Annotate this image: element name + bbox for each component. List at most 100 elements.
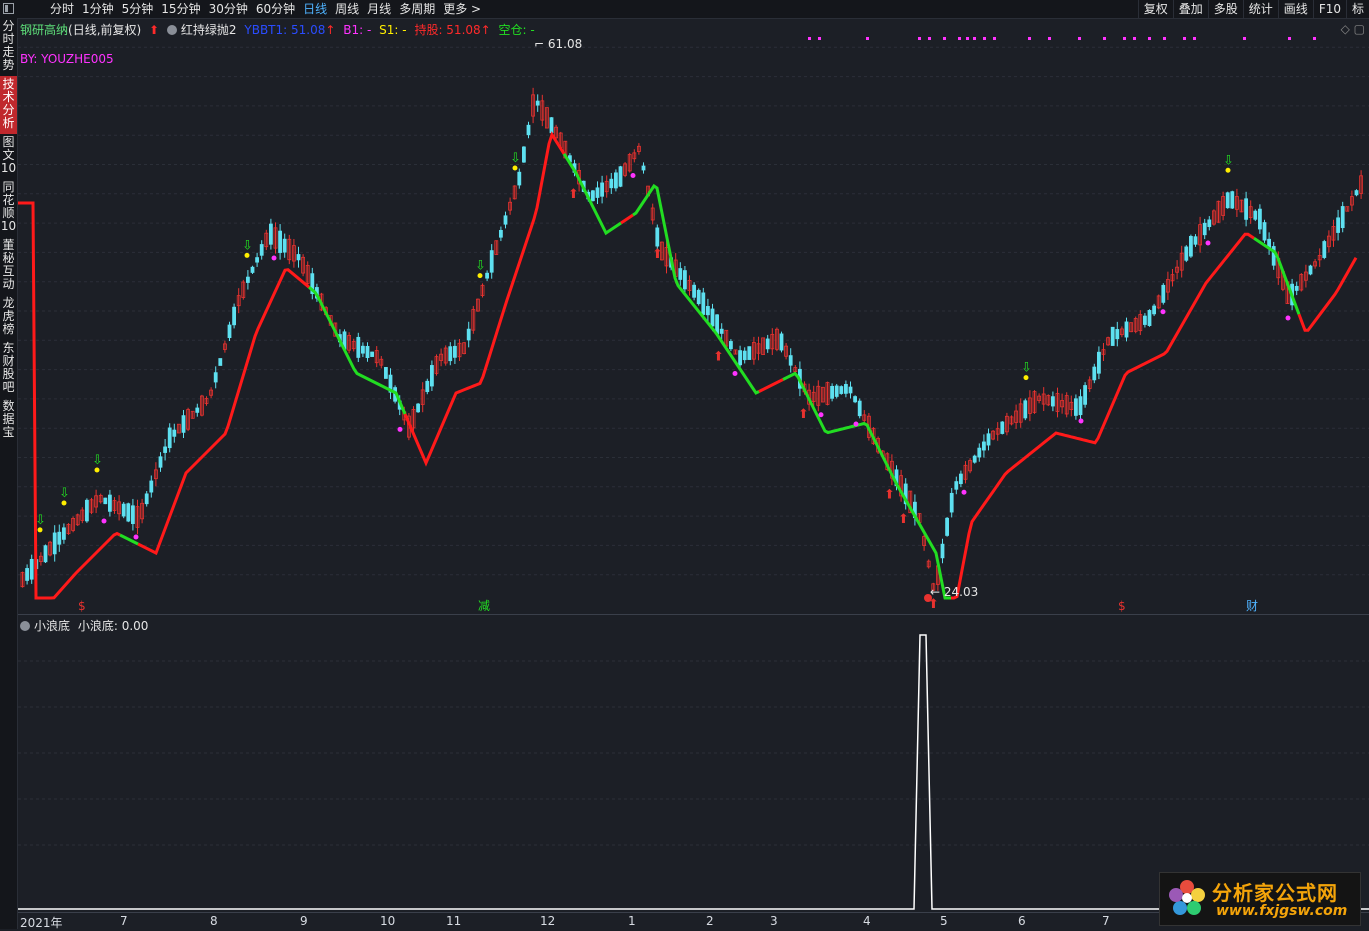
candle-body	[738, 350, 742, 366]
candle-body	[701, 292, 706, 315]
stock-name: 钢研高纳	[20, 23, 69, 37]
settings-diamond-icon[interactable]: ◇ ▢	[1341, 22, 1365, 36]
sidebar-item-secretary[interactable]: 董秘互动	[0, 237, 17, 295]
signal-strip-dot	[818, 37, 821, 40]
magenta-dot	[101, 518, 107, 524]
sidebar-item-data[interactable]: 数据宝	[0, 398, 17, 443]
tab-15min[interactable]: 15分钟	[157, 0, 204, 18]
up-arrow-icon: ⬆	[652, 247, 663, 262]
candle-body	[655, 227, 660, 247]
sidebar-item-ths[interactable]: 同花顺10	[0, 179, 17, 237]
candle-body	[742, 350, 747, 361]
candle-body	[986, 433, 991, 446]
ma-red-line	[18, 201, 121, 600]
yellow-dot	[1023, 375, 1029, 381]
axis-tick-label: 7	[1102, 914, 1110, 928]
candle-body	[1225, 192, 1230, 209]
indicator-menu-icon[interactable]	[166, 25, 177, 35]
sidebar-item-graphic[interactable]: 图文10	[0, 134, 17, 179]
main-chart[interactable]: ⇩ ⇩ ⇩ ⇩ ⇩ ⇩ ⇩ ⇩ ⬆ ⬆ ⬆ ⬆ ⬆ ⬆ ⬆ ⌐ 61.08 ← 24.03 $ 减 $ 财 钢研高纳(日…	[18, 18, 1369, 613]
sidebar-item-forum[interactable]: 东财股吧	[0, 340, 17, 398]
f10-button[interactable]: F10	[1312, 0, 1346, 18]
candle-body	[1161, 284, 1166, 303]
event-marker: 财	[1246, 599, 1258, 613]
candle-body	[296, 254, 301, 261]
signal-strip-dot	[1078, 37, 1081, 40]
tab-daily[interactable]: 日线	[299, 0, 331, 18]
axis-tick-label: 1	[628, 914, 636, 928]
down-arrow-icon: ⇩	[1223, 153, 1234, 168]
sidebar-item-intraday[interactable]: 分时走势	[0, 18, 17, 76]
overlay-button[interactable]: 叠加	[1172, 0, 1208, 18]
candle-body	[167, 427, 172, 449]
down-arrow-icon: ⇩	[510, 151, 521, 166]
candle-body	[954, 481, 959, 490]
candle-body	[972, 455, 977, 463]
candle-body	[1097, 351, 1101, 374]
watermark-url: www.fxjgsw.com	[1216, 903, 1348, 919]
sidebar-item-dragon-tiger[interactable]: 龙虎榜	[0, 295, 17, 340]
candle-body	[452, 345, 457, 358]
indicator-name[interactable]: 红持绿抛2	[181, 23, 237, 37]
candle-body	[259, 244, 264, 256]
tab-weekly[interactable]: 周线	[331, 0, 363, 18]
down-arrow-icon: ⇩	[35, 513, 46, 528]
sub-indicator-value: 小浪底: 0.00	[77, 619, 149, 633]
candle-body	[609, 178, 614, 189]
tab-monthly[interactable]: 月线	[363, 0, 395, 18]
axis-tick-label: 8	[210, 914, 218, 928]
indicator-value: YBBT1: 51.08	[244, 23, 326, 37]
candle-body	[535, 100, 540, 106]
candle-body	[765, 338, 770, 350]
sub-menu-icon[interactable]	[20, 621, 30, 631]
candle-body	[85, 499, 89, 522]
candle-body	[498, 229, 503, 238]
sidebar-item-technical[interactable]: 技术分析	[0, 76, 17, 134]
candle-body	[250, 266, 255, 273]
signal-strip-dot	[973, 37, 976, 40]
right-tools: 复权 叠加 多股 统计 画线 F10 标	[1137, 0, 1369, 18]
value-up-icon: ↑	[325, 23, 336, 37]
yellow-dot	[94, 467, 100, 473]
tab-1min[interactable]: 1分钟	[78, 0, 118, 18]
candle-body	[416, 403, 421, 413]
tab-30min[interactable]: 30分钟	[205, 0, 252, 18]
adjust-button[interactable]: 复权	[1137, 0, 1173, 18]
tab-multi-period[interactable]: 多周期	[395, 0, 439, 18]
candle-body	[857, 400, 862, 417]
candle-body	[710, 308, 715, 327]
candle-body	[62, 527, 66, 540]
left-sidebar: 分时走势 技术分析 图文10 同花顺10 董秘互动 龙虎榜 东财股吧 数据宝	[0, 18, 18, 929]
xiaolangdi-chart[interactable]	[18, 615, 1369, 912]
event-marker: $	[1118, 599, 1126, 613]
draw-line-button[interactable]: 画线	[1277, 0, 1313, 18]
s1-value: S1: -	[379, 23, 407, 37]
candle-body	[278, 230, 283, 253]
axis-tick-label: 10	[380, 914, 396, 928]
ma-red-line	[620, 213, 634, 225]
sub-indicator-name[interactable]: 小浪底	[34, 619, 70, 633]
tab-5min[interactable]: 5分钟	[118, 0, 158, 18]
mark-button[interactable]: 标	[1345, 0, 1369, 18]
candlestick-chart[interactable]: ⇩⇩⇩⇩⇩⇩⇩⇩⬆⬆⬆⬆⬆⬆⬆⌐ 61.08← 24.03$ 减 $ 财	[18, 18, 1369, 613]
magenta-dot	[630, 173, 636, 178]
candle-body	[844, 384, 848, 394]
stats-button[interactable]: 统计	[1242, 0, 1278, 18]
tab-60min[interactable]: 60分钟	[252, 0, 299, 18]
candle-body	[779, 333, 784, 351]
candle-body	[1189, 235, 1193, 257]
top-toolbar: 分时 1分钟 5分钟 15分钟 30分钟 60分钟 日线 周线 月线 多周期 更…	[0, 0, 1369, 19]
ma-red-line	[951, 232, 1255, 600]
candle-body	[521, 146, 526, 163]
ma-red-line	[403, 131, 566, 467]
multi-stock-button[interactable]: 多股	[1207, 0, 1243, 18]
candle-body	[1193, 236, 1198, 245]
candle-body	[43, 545, 48, 563]
candle-body	[526, 124, 531, 136]
sub-indicator-panel[interactable]: 小浪底 小浪底: 0.00	[18, 614, 1369, 912]
candle-body	[149, 480, 154, 493]
b1-value: B1: -	[343, 23, 372, 37]
layout-icon[interactable]	[3, 3, 14, 14]
tab-more[interactable]: 更多 >	[439, 0, 485, 18]
tab-intraday[interactable]: 分时	[46, 0, 78, 18]
